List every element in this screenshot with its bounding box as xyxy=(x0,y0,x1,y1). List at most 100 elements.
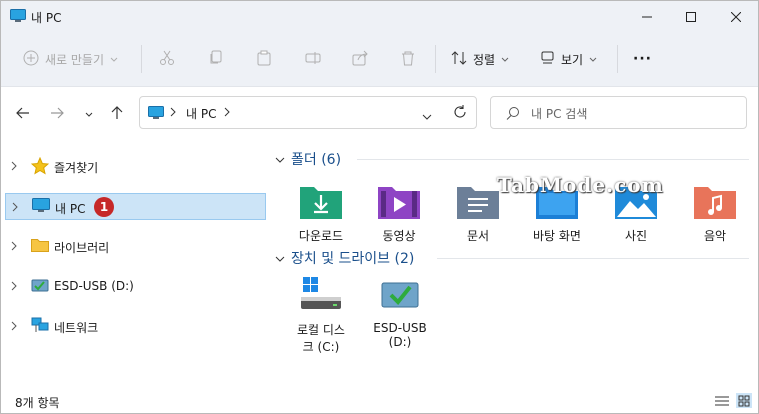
toolbar-divider xyxy=(141,45,142,73)
folder-videos[interactable]: 동영상 xyxy=(364,181,434,244)
folder-downloads[interactable]: 다운로드 xyxy=(286,181,356,244)
address-history-dropdown[interactable] xyxy=(422,109,432,123)
drive-label: 로컬 디스 xyxy=(297,323,345,337)
drives-group-header[interactable]: 장치 및 드라이브 (2) xyxy=(275,248,414,268)
recent-locations-button[interactable] xyxy=(77,102,101,126)
rename-icon xyxy=(305,50,321,69)
chevron-right-icon[interactable] xyxy=(11,160,17,174)
refresh-icon[interactable] xyxy=(453,105,467,122)
explorer-window: 내 PC 새로 만들기 정렬 보기 ··· 내 PC 내 PC 검색 즐겨찾기 … xyxy=(0,0,759,414)
sort-arrows-icon xyxy=(451,50,467,69)
chevron-down-icon[interactable] xyxy=(275,250,285,266)
pc-icon xyxy=(32,198,50,217)
chevron-right-icon[interactable] xyxy=(11,240,17,254)
folders-group-header[interactable]: 폴더 (6) xyxy=(275,149,341,169)
chevron-right-icon[interactable] xyxy=(11,280,17,294)
view-button-label: 보기 xyxy=(561,52,584,67)
details-view-icon[interactable] xyxy=(715,395,729,410)
group-title: 폴더 (6) xyxy=(291,152,342,168)
downloads-folder-icon xyxy=(299,181,343,221)
drive-local-disk[interactable]: 로컬 디스 크 (C:) xyxy=(286,275,356,355)
documents-folder-icon xyxy=(456,181,500,221)
title-bar: 내 PC xyxy=(1,1,758,33)
drive-label: 크 (C:) xyxy=(302,340,340,354)
delete-button[interactable] xyxy=(400,47,416,71)
toolbar-divider xyxy=(435,45,436,73)
more-options-label: ··· xyxy=(633,51,652,67)
sidebar-item-label: 라이브러리 xyxy=(54,241,110,255)
cut-button[interactable] xyxy=(159,47,175,71)
step-badge: 1 xyxy=(94,197,114,217)
sidebar-item-network[interactable]: 네트워크 xyxy=(5,313,266,340)
sidebar-item-label: ESD-USB (D:) xyxy=(54,279,134,293)
view-icon xyxy=(541,50,555,69)
status-bar: 8개 항목 xyxy=(1,387,758,413)
new-button-label: 새로 만들기 xyxy=(45,52,105,67)
forward-button[interactable] xyxy=(45,102,69,126)
usb-drive-icon xyxy=(31,277,49,296)
library-folder-icon xyxy=(31,237,49,256)
pc-icon xyxy=(10,9,26,26)
new-button[interactable]: 새로 만들기 xyxy=(23,47,118,71)
content-pane: 폴더 (6) 다운로드 동영상 문서 바탕 화면 사진 음악 장치 및 드라이브… xyxy=(269,141,758,387)
sidebar-item-label: 내 PC xyxy=(55,202,86,216)
clipboard-icon xyxy=(256,50,272,69)
sort-button-label: 정렬 xyxy=(473,52,496,67)
up-button[interactable] xyxy=(105,102,129,126)
sidebar-item-this-pc[interactable]: 내 PC 1 xyxy=(5,193,266,220)
music-folder-icon xyxy=(693,181,737,221)
maximize-button[interactable] xyxy=(669,1,713,33)
paste-button[interactable] xyxy=(256,47,272,71)
drive-usb[interactable]: ESD-USB (D:) xyxy=(365,275,435,349)
toolbar-divider xyxy=(617,45,618,73)
drive-label: ESD-USB xyxy=(373,321,427,335)
window-title: 내 PC xyxy=(31,11,62,25)
share-icon xyxy=(352,50,368,69)
sort-button[interactable]: 정렬 xyxy=(451,47,509,71)
drive-label: (D:) xyxy=(388,335,412,349)
chevron-down-icon xyxy=(110,52,118,66)
usb-drive-icon xyxy=(378,275,422,315)
network-icon xyxy=(31,317,49,336)
folder-label: 동영상 xyxy=(382,229,416,243)
sidebar-item-label: 네트워크 xyxy=(54,321,99,335)
close-button[interactable] xyxy=(714,1,758,33)
more-options-button[interactable]: ··· xyxy=(633,47,652,71)
breadcrumb-item[interactable]: 내 PC xyxy=(186,105,216,122)
sidebar-item-usb-drive[interactable]: ESD-USB (D:) xyxy=(5,273,266,300)
search-box[interactable]: 내 PC 검색 xyxy=(490,96,747,129)
chevron-down-icon[interactable] xyxy=(275,151,285,167)
copy-icon xyxy=(208,50,224,69)
plus-circle-icon xyxy=(23,50,39,69)
folder-label: 음악 xyxy=(703,229,727,243)
back-button[interactable] xyxy=(11,102,35,126)
chevron-right-icon[interactable] xyxy=(11,320,17,334)
chevron-right-icon[interactable] xyxy=(224,106,230,120)
item-count: 8개 항목 xyxy=(15,396,60,410)
sidebar-item-favorites[interactable]: 즐겨찾기 xyxy=(5,153,266,180)
tiles-view-icon[interactable] xyxy=(736,393,752,408)
view-button[interactable]: 보기 xyxy=(541,47,597,71)
folder-label: 바탕 화면 xyxy=(533,229,581,243)
chevron-right-icon[interactable] xyxy=(12,201,18,215)
search-icon xyxy=(506,106,520,123)
chevron-down-icon xyxy=(501,52,509,66)
rename-button[interactable] xyxy=(305,47,321,71)
sidebar-item-libraries[interactable]: 라이브러리 xyxy=(5,233,266,260)
group-divider xyxy=(437,258,749,259)
search-input[interactable]: 내 PC 검색 xyxy=(531,105,587,122)
copy-button[interactable] xyxy=(208,47,224,71)
minimize-button[interactable] xyxy=(625,1,669,33)
address-bar[interactable]: 내 PC xyxy=(139,96,477,129)
arrow-up-icon xyxy=(111,105,123,123)
sidebar-item-label: 즐겨찾기 xyxy=(54,161,99,175)
navigation-pane: 즐겨찾기 내 PC 1 라이브러리 ESD-USB (D:) 네트워크 xyxy=(1,141,269,387)
videos-folder-icon xyxy=(377,181,421,221)
scissors-icon xyxy=(159,50,175,69)
folder-music[interactable]: 음악 xyxy=(680,181,750,244)
share-button[interactable] xyxy=(352,47,368,71)
chevron-down-icon xyxy=(85,107,93,121)
folder-label: 사진 xyxy=(624,229,648,243)
trash-icon xyxy=(400,50,416,69)
pc-icon xyxy=(148,106,164,123)
